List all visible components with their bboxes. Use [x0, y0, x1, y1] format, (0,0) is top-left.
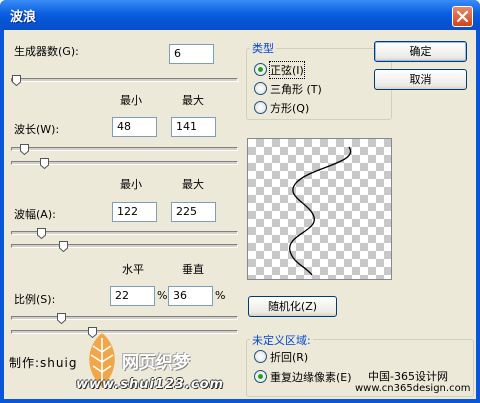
- type-sine-label[interactable]: 正弦(I): [269, 61, 305, 79]
- scale-label: 比例(S):: [14, 293, 56, 306]
- amplitude-min-slider-thumb[interactable]: [37, 228, 46, 239]
- dialog-title: 波浪: [10, 10, 37, 25]
- wavelength-min-slider-thumb[interactable]: [20, 144, 29, 155]
- wavelength-min-input[interactable]: 48: [112, 117, 157, 137]
- amplitude-max-header: 最大: [182, 178, 204, 191]
- scale-horizontal-percent: %: [157, 289, 168, 302]
- wave-preview-curve: [289, 146, 352, 276]
- amplitude-max-slider-thumb[interactable]: [59, 241, 68, 252]
- scale-horizontal-slider-track[interactable]: [11, 316, 238, 320]
- ok-button[interactable]: 确定: [374, 41, 467, 62]
- randomize-button[interactable]: 随机化(Z): [248, 296, 337, 317]
- wavelength-min-header: 最小: [120, 94, 142, 107]
- radio-selected-dot: [258, 67, 263, 72]
- generators-label: 生成器数(G):: [14, 45, 79, 58]
- wavelength-max-header: 最大: [182, 94, 204, 107]
- type-group-legend: 类型: [250, 40, 276, 56]
- radio-selected-dot: [258, 374, 263, 379]
- watermark-cn365-name: 中国-365设计网: [368, 368, 448, 384]
- type-triangle-label[interactable]: 三角形 (T): [270, 81, 322, 97]
- type-triangle-radio[interactable]: [254, 82, 267, 95]
- title-bar[interactable]: 波浪: [0, 0, 480, 30]
- generators-slider-thumb[interactable]: [12, 75, 21, 86]
- scale-horizontal-input[interactable]: 22: [110, 286, 155, 306]
- undefined-area-legend: 未定义区域:: [250, 332, 313, 348]
- wavelength-max-input[interactable]: 141: [171, 117, 216, 137]
- scale-horizontal-slider-thumb[interactable]: [57, 313, 66, 324]
- watermark-site-name: 网页织梦: [122, 353, 190, 373]
- amplitude-min-input[interactable]: 122: [112, 202, 157, 222]
- amplitude-max-slider-track[interactable]: [11, 244, 238, 248]
- wrap-around-radio[interactable]: [254, 350, 267, 363]
- repeat-edge-pixels-label[interactable]: 重复边缘像素(E): [270, 369, 352, 385]
- wavelength-min-slider-track[interactable]: [11, 147, 238, 151]
- type-square-label[interactable]: 方形(Q): [270, 100, 309, 116]
- scale-vertical-slider-track[interactable]: [11, 330, 238, 334]
- amplitude-label: 波幅(A):: [14, 208, 56, 221]
- amplitude-min-header: 最小: [120, 178, 142, 191]
- scale-vertical-header: 垂直: [182, 263, 204, 276]
- scale-horizontal-header: 水平: [122, 263, 144, 276]
- type-sine-radio[interactable]: [254, 63, 267, 76]
- wavelength-max-slider-thumb[interactable]: [40, 158, 49, 169]
- wavelength-label: 波长(W):: [14, 123, 60, 136]
- wave-preview: [247, 138, 392, 280]
- repeat-edge-pixels-radio[interactable]: [254, 370, 267, 383]
- amplitude-max-input[interactable]: 225: [171, 202, 216, 222]
- generators-input[interactable]: 6: [169, 44, 214, 64]
- generators-slider-track[interactable]: [11, 78, 238, 82]
- type-square-radio[interactable]: [254, 101, 267, 114]
- scale-vertical-percent: %: [215, 289, 226, 302]
- credit-text: 制作:shuig: [9, 356, 78, 370]
- wave-dialog: 波浪 生成器数(G): 6 最小 最大 波长(W): 48 141 最小 最大 …: [0, 0, 480, 403]
- close-button[interactable]: [452, 6, 473, 27]
- close-icon: [456, 10, 469, 23]
- dialog-client-area: 生成器数(G): 6 最小 最大 波长(W): 48 141 最小 最大 波幅(…: [4, 30, 476, 399]
- cancel-button[interactable]: 取消: [374, 69, 467, 90]
- wrap-around-label[interactable]: 折回(R): [270, 349, 308, 365]
- scale-vertical-input[interactable]: 36: [168, 286, 213, 306]
- watermark-site-url: www.shui123.com: [76, 377, 225, 392]
- watermark-cn365-url: www.cn365design.com: [355, 383, 471, 394]
